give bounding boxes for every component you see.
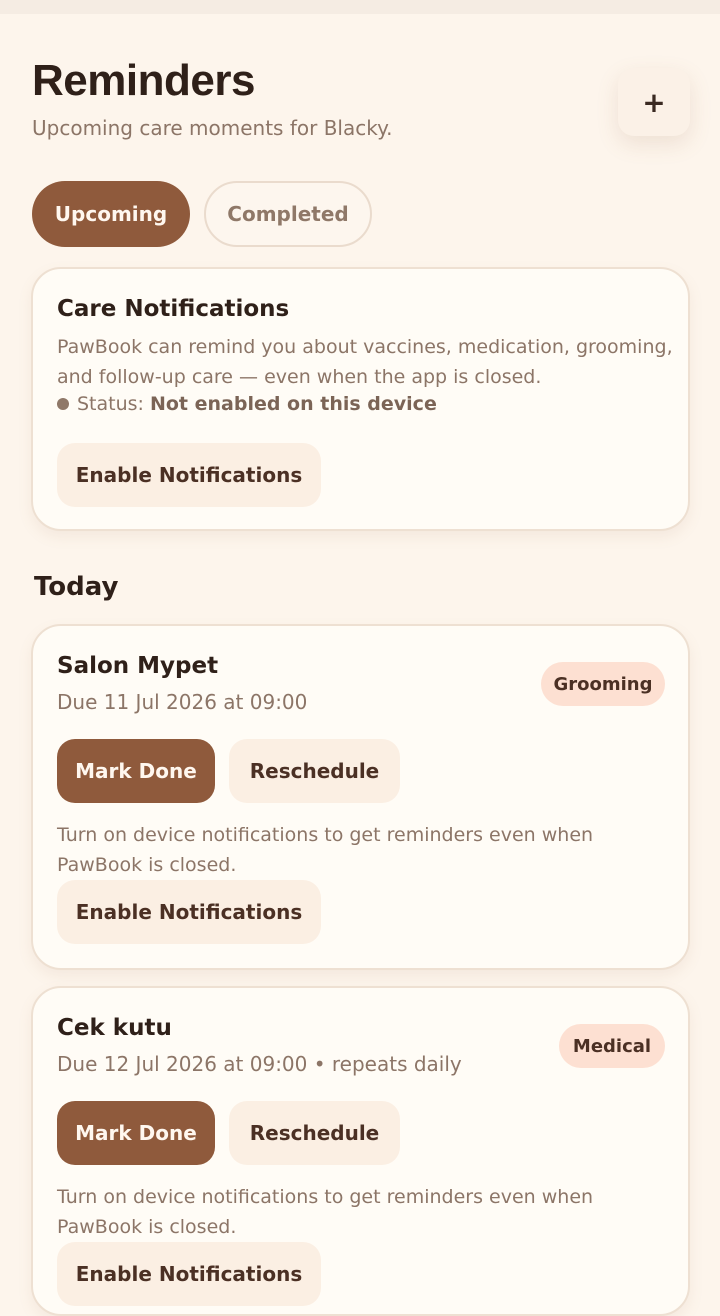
reminder-title: Salon Mypet [57,653,219,679]
reminder-card: Cek kutu Due 12 Jul 2026 at 09:00 • repe… [31,986,690,1316]
reminder-card: Salon Mypet Due 11 Jul 2026 at 09:00 Gro… [31,624,690,970]
section-heading-today: Today [34,572,119,602]
reminder-title: Cek kutu [57,1015,172,1041]
status-bar-strip [0,0,720,14]
add-reminder-button[interactable]: + [618,68,690,136]
notification-status: Status: Not enabled on this device [57,393,437,415]
reschedule-button[interactable]: Reschedule [229,739,400,803]
mark-done-button[interactable]: Mark Done [57,1101,215,1165]
tab-completed[interactable]: Completed [204,181,372,247]
category-badge: Grooming [541,662,665,706]
page-subtitle: Upcoming care moments for Blacky. [32,116,393,140]
page-header: Reminders Upcoming care moments for Blac… [32,56,692,140]
notification-hint: Turn on device notifications to get remi… [57,824,594,876]
status-label: Status: [77,393,144,415]
card-description: PawBook can remind you about vaccines, m… [57,336,673,388]
care-notifications-card: Care Notifications PawBook can remind yo… [31,267,690,531]
reschedule-button[interactable]: Reschedule [229,1101,400,1165]
card-title: Care Notifications [57,296,290,322]
reminder-due: Due 11 Jul 2026 at 09:00 [57,690,308,714]
tab-upcoming[interactable]: Upcoming [32,181,190,247]
reminder-tabs: Upcoming Completed [32,181,372,247]
enable-notifications-button[interactable]: Enable Notifications [57,1242,321,1306]
reminder-due: Due 12 Jul 2026 at 09:00 • repeats daily [57,1052,462,1076]
plus-icon: + [642,85,666,119]
enable-notifications-button[interactable]: Enable Notifications [57,443,321,507]
category-badge: Medical [559,1024,665,1068]
page-title: Reminders [32,56,255,105]
enable-notifications-button[interactable]: Enable Notifications [57,880,321,944]
mark-done-button[interactable]: Mark Done [57,739,215,803]
notification-hint: Turn on device notifications to get remi… [57,1186,594,1238]
status-dot-icon [57,398,69,410]
status-value: Not enabled on this device [149,393,437,415]
